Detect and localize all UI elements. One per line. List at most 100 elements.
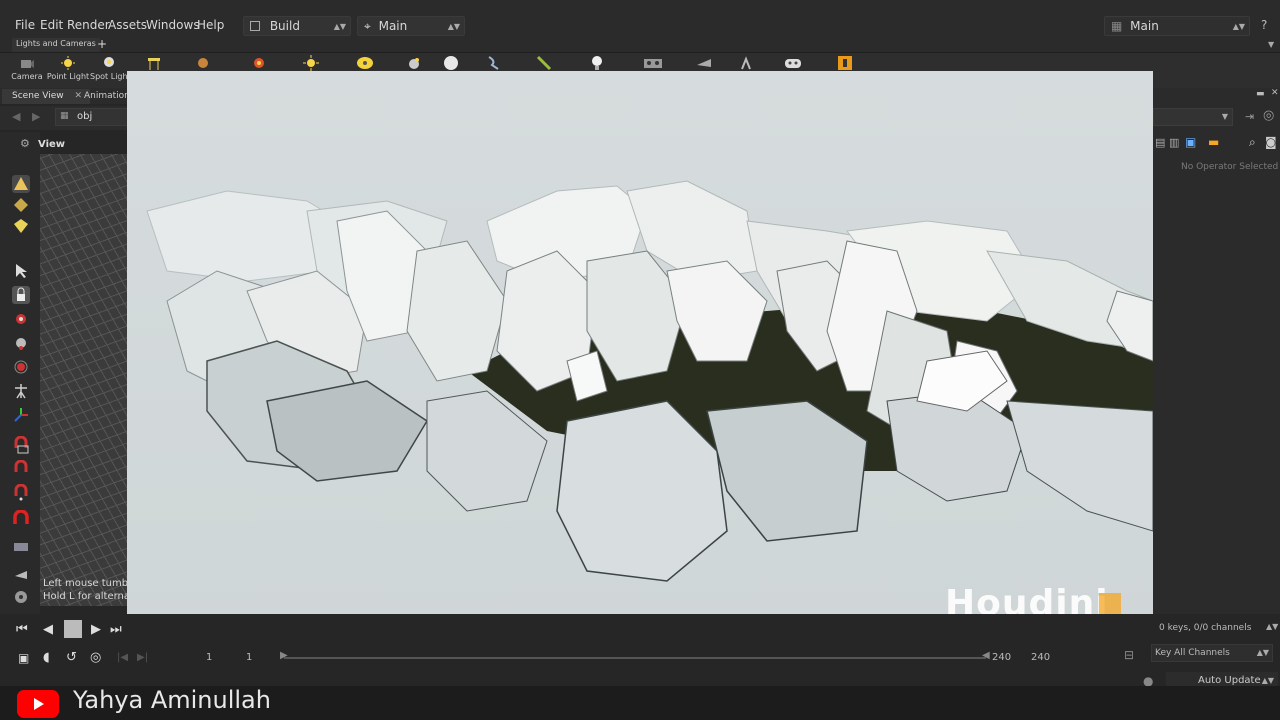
scale-icon <box>14 360 28 374</box>
help-icon[interactable]: ? <box>1261 18 1267 32</box>
snap-multi-tool[interactable] <box>12 509 30 528</box>
jump-end-icon[interactable]: ⏭ <box>110 622 122 637</box>
link-icon[interactable]: ◎ <box>1263 108 1274 123</box>
end-frame-a[interactable]: 240 <box>992 652 1011 663</box>
rotate-tool[interactable] <box>12 334 30 352</box>
shelf-tab-lights-cameras[interactable]: Lights and Cameras <box>12 38 100 52</box>
play-reverse-icon[interactable]: ◀ <box>43 622 53 637</box>
pin-icon[interactable]: ⇥ <box>1245 110 1254 123</box>
snap-grid-tool[interactable] <box>12 435 30 454</box>
range-end-handle-icon[interactable]: ◀ <box>982 650 990 661</box>
caustic-light-icon[interactable] <box>486 55 502 71</box>
folder-icon[interactable]: ▬ <box>1208 135 1219 149</box>
vr-camera-icon[interactable] <box>695 55 713 71</box>
gamepad-camera-icon[interactable] <box>783 56 803 70</box>
range-start-handle-icon[interactable]: ▶ <box>280 650 288 661</box>
light-template-icon[interactable] <box>837 55 853 71</box>
translate-tool[interactable] <box>12 310 30 328</box>
menu-assets[interactable]: Assets <box>108 18 147 32</box>
spot-light-tool[interactable]: Spot Light <box>90 56 128 81</box>
desktop-dropdown[interactable]: Build ▲▼ <box>243 16 351 36</box>
render-region-tool[interactable] <box>12 566 30 584</box>
play-forward-icon[interactable]: ▶ <box>91 622 101 637</box>
pane-menu-icon[interactable]: ▬ <box>1256 89 1265 99</box>
stop-button[interactable] <box>64 620 82 638</box>
tab-animation[interactable]: Animation <box>84 91 130 101</box>
arrow-select-tool[interactable] <box>12 262 30 280</box>
area-light-icon[interactable] <box>146 56 162 70</box>
point-light-tool-label: Point Light <box>46 72 90 81</box>
key-all-channels-button[interactable]: Key All Channels ▲▼ <box>1151 644 1273 662</box>
start-frame[interactable]: 1 <box>206 652 212 663</box>
audio-icon[interactable]: ◖ <box>43 650 50 665</box>
scene-viewport[interactable]: Houdini <box>127 71 1153 649</box>
jump-start-icon[interactable]: ⏮ <box>16 622 28 637</box>
stereo-camera-icon[interactable] <box>643 57 663 69</box>
context-dropdown[interactable]: ⌖ Main ▲▼ <box>357 16 465 36</box>
scale-tool[interactable] <box>12 358 30 376</box>
pose-tool[interactable] <box>12 382 30 400</box>
sky-light-icon[interactable] <box>356 56 374 70</box>
portal-light-icon[interactable] <box>536 55 552 71</box>
distant-light-icon[interactable] <box>303 55 319 71</box>
channel-name: Yahya Aminullah <box>73 686 271 714</box>
end-frame-b[interactable]: 240 <box>1031 652 1050 663</box>
volume-light-icon[interactable] <box>252 56 266 70</box>
loop-icon[interactable]: ↺ <box>66 650 77 665</box>
path-field[interactable]: ▦ obj <box>55 108 128 126</box>
menu-help[interactable]: Help <box>197 18 224 32</box>
diamond-icon <box>14 198 28 212</box>
handle-move-tool[interactable] <box>12 406 30 424</box>
ambient-light-icon[interactable] <box>590 55 604 71</box>
desktop-label: Build <box>269 19 300 33</box>
spreadsheet-icon[interactable]: ▥ <box>1169 136 1179 149</box>
grid-icon: ▦ <box>1111 19 1123 33</box>
menu-windows[interactable]: Windows <box>146 18 200 32</box>
menu-edit[interactable]: Edit <box>40 18 63 32</box>
back-arrow-icon[interactable]: ◀ <box>12 110 20 123</box>
menu-render[interactable]: Render <box>67 18 110 32</box>
search-icon[interactable]: ⌕ <box>1249 135 1256 150</box>
tab-scene-view[interactable]: Scene View ✕ <box>2 89 91 104</box>
timeline-track[interactable] <box>284 657 986 659</box>
snap-prim-tool[interactable] <box>12 459 30 478</box>
env-light-icon[interactable] <box>443 55 459 71</box>
point-light-tool[interactable]: Point Light <box>46 56 90 81</box>
camera-tool[interactable]: Camera <box>5 56 49 81</box>
snap-point-tool[interactable] <box>12 483 30 502</box>
select-pose-tool[interactable] <box>12 175 30 193</box>
right-path-field[interactable]: ▼ <box>1153 108 1233 126</box>
add-shelf-tab-button[interactable]: + <box>97 37 107 51</box>
dropdown-arrow-icon[interactable]: ▲▼ <box>1266 622 1278 631</box>
rotate-icon <box>16 338 26 350</box>
current-frame[interactable]: 1 <box>246 652 252 663</box>
gi-light-icon[interactable] <box>405 56 423 70</box>
camera-icon <box>21 60 34 68</box>
menu-file[interactable]: File <box>15 18 35 32</box>
pose-icon <box>15 384 27 399</box>
pane-close-icon[interactable]: ✕ <box>1271 88 1279 98</box>
tab-scene-view-label: Scene View <box>12 91 64 101</box>
params-icon[interactable]: ▤ <box>1155 136 1165 149</box>
view-menu-icon[interactable]: ⚙ <box>20 137 30 150</box>
handle-tool[interactable] <box>12 196 30 214</box>
forward-arrow-icon[interactable]: ▶ <box>32 110 40 123</box>
edit-tool[interactable] <box>12 217 30 235</box>
camera-view-tool[interactable] <box>12 538 30 556</box>
help-book-icon[interactable]: ◙ <box>1265 135 1277 149</box>
geometry-light-icon[interactable] <box>196 56 210 70</box>
prev-key-icon[interactable]: |◀ <box>117 652 128 663</box>
switcher-icon[interactable] <box>738 55 754 71</box>
settings-circle-icon[interactable]: ◎ <box>90 650 101 665</box>
right-desktop-dropdown[interactable]: ▦ Main ▲▼ <box>1104 16 1250 36</box>
realtime-toggle-icon[interactable]: ▣ <box>18 651 29 665</box>
handle-settings-tool[interactable] <box>12 588 30 606</box>
key-icon[interactable]: ⊟ <box>1124 648 1134 662</box>
shelf-menu-icon[interactable]: ▼ <box>1268 40 1274 49</box>
path-label: obj <box>77 111 93 122</box>
close-tab-icon[interactable]: ✕ <box>75 91 83 101</box>
next-key-icon[interactable]: ▶| <box>137 652 148 663</box>
image-icon[interactable]: ▣ <box>1185 135 1196 149</box>
lock-tool[interactable] <box>12 286 30 304</box>
render-icon <box>15 571 27 579</box>
